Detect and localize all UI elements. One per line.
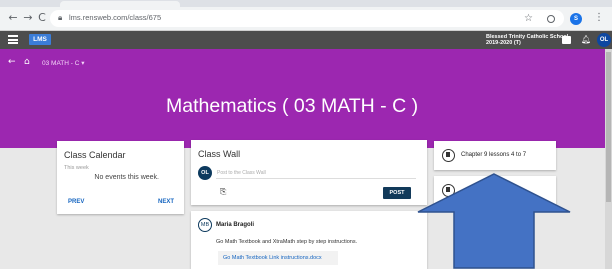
app-header: LMS Blessed Trinity Catholic School 2019…: [0, 31, 612, 49]
browser-menu-icon[interactable]: ⋮: [594, 12, 604, 23]
forward-arrow-icon[interactable]: →: [21, 11, 35, 25]
calendar-title: Class Calendar: [64, 150, 126, 160]
annotation-arrow-icon: [417, 173, 571, 269]
wall-title: Class Wall: [198, 149, 241, 159]
book-icon: [442, 149, 455, 162]
class-breadcrumb[interactable]: 03 MATH - C ▾: [42, 59, 85, 67]
post-body: Go Math Textbook and XtraMath step by st…: [216, 239, 358, 245]
bell-icon[interactable]: 🔔︎: [581, 35, 591, 44]
avatar: OL: [198, 166, 212, 180]
post-author: Maria Bragoli: [216, 222, 255, 228]
class-calendar-card: Class Calendar This week No events this …: [57, 141, 184, 214]
wall-post-input[interactable]: Post to the Class Wall: [216, 168, 416, 179]
resource-label[interactable]: Chapter 9 lessons 4 to 7: [461, 152, 526, 158]
user-avatar[interactable]: OL: [597, 33, 611, 47]
lock-icon: 🔒︎: [58, 13, 63, 22]
home-icon[interactable]: ⌂: [24, 57, 30, 67]
browser-toolbar: ← → C 🔒︎ lms.rensweb.com/class/675 ☆ S ⋮: [0, 7, 612, 31]
address-bar[interactable]: 🔒︎ lms.rensweb.com/class/675: [50, 10, 564, 27]
lms-logo[interactable]: LMS: [29, 34, 51, 45]
attachment-icon[interactable]: ⎘: [220, 187, 226, 197]
class-wall-card: Class Wall OL Post to the Class Wall ⎘ P…: [191, 140, 427, 205]
calendar-subtitle: This week: [64, 165, 89, 171]
wall-post: MB Maria Bragoli Go Math Textbook and Xt…: [191, 211, 427, 269]
browser-tabstrip: [0, 0, 612, 7]
chat-icon[interactable]: [562, 36, 571, 44]
next-button[interactable]: NEXT: [158, 199, 174, 205]
calendar-empty-text: No events this week.: [94, 174, 159, 181]
url-text[interactable]: lms.rensweb.com/class/675: [69, 13, 161, 22]
back-arrow-icon[interactable]: ←: [6, 11, 20, 25]
back-arrow-icon[interactable]: ←: [8, 57, 16, 67]
scrollbar-thumb[interactable]: [606, 52, 611, 202]
post-button[interactable]: POST: [383, 187, 411, 199]
prev-button[interactable]: PREV: [68, 199, 84, 205]
avatar: MB: [198, 218, 212, 232]
hamburger-menu-icon[interactable]: [8, 35, 18, 44]
reload-icon[interactable]: C: [35, 11, 49, 25]
extension-icon[interactable]: [547, 15, 555, 23]
bookmark-star-icon[interactable]: ☆: [524, 13, 533, 24]
class-banner: ← ⌂ 03 MATH - C ▾ Mathematics ( 03 MATH …: [0, 49, 612, 148]
resource-item[interactable]: Chapter 9 lessons 4 to 7: [434, 141, 556, 170]
page-title: Mathematics ( 03 MATH - C ): [166, 95, 419, 117]
attachment-link[interactable]: Go Math Textbook Link instructions.docx: [218, 251, 338, 265]
browser-profile-icon[interactable]: S: [570, 13, 582, 25]
